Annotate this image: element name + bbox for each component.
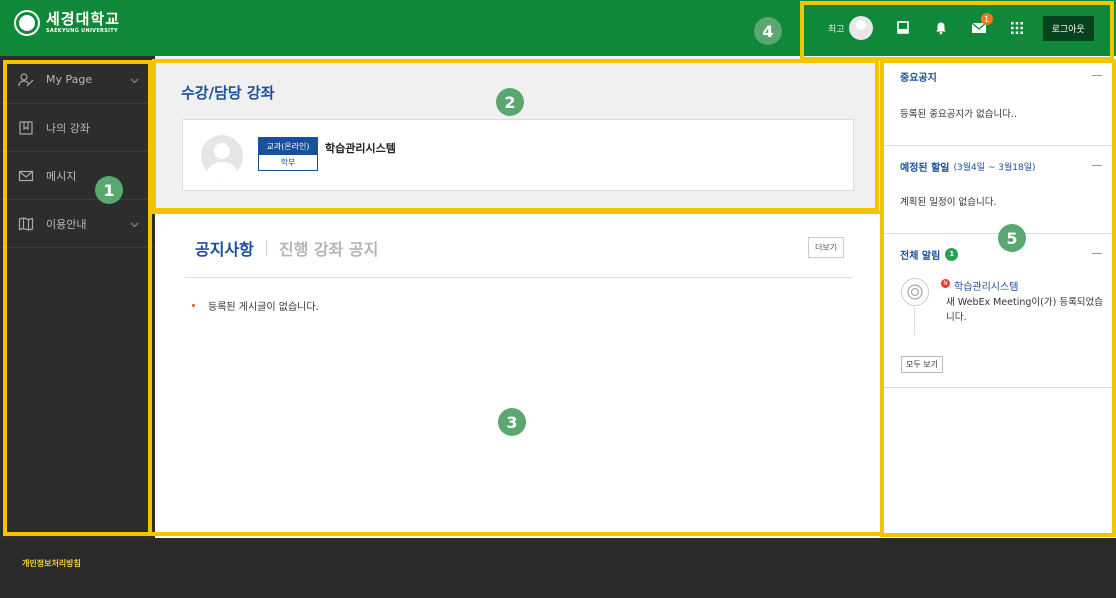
sidebar-item-messages[interactable]: 메시지: [0, 152, 155, 200]
course-level-badge: 학부: [259, 155, 317, 170]
sidebar-item-label: 나의 강좌: [46, 121, 90, 135]
list-item[interactable]: N 학습관리시스템 새 WebEx Meeting이(가) 등록되었습니다.: [883, 274, 1116, 356]
logo-name: 세경대학교: [46, 10, 121, 28]
sidebar: My Page 나의 강좌 메시지 이용안내: [0, 56, 155, 538]
alert-count-badge: 1: [945, 247, 959, 261]
course-card[interactable]: 교과(온라인) 학부 학습관리시스템: [182, 119, 854, 191]
bell-icon[interactable]: [933, 20, 949, 36]
map-icon: [18, 216, 34, 232]
collapse-icon[interactable]: [1092, 253, 1102, 254]
section-header: 예정된 할일 (3월4일 ~ 3월18일): [883, 146, 1116, 186]
main-content: 수강/담당 강좌 교과(온라인) 학부 학습관리시스템 공지사항 진행 강좌 공…: [155, 56, 882, 538]
annotation-marker-5: 5: [998, 224, 1026, 252]
monitor-icon[interactable]: [895, 20, 911, 36]
logout-button[interactable]: 로그아웃: [1042, 15, 1094, 41]
sidebar-item-guide[interactable]: 이용안내: [0, 200, 155, 248]
tab-course-notices[interactable]: 진행 강좌 공지: [279, 236, 378, 260]
emblem-icon: [14, 10, 40, 36]
collapse-icon[interactable]: [1092, 165, 1102, 166]
user-icon: [18, 72, 34, 88]
bullet-icon: [192, 304, 195, 307]
footer: 개인정보처리방침: [0, 538, 1116, 598]
tab-notices[interactable]: 공지사항: [195, 236, 254, 260]
message-count-badge: 1: [980, 13, 993, 25]
schedule-title: 예정된 할일: [900, 162, 950, 174]
right-panel: 중요공지 등록된 중요공지가 없습니다.. 예정된 할일 (3월4일 ~ 3월1…: [882, 56, 1116, 538]
section-header: 중요공지: [883, 56, 1116, 96]
logo-subtitle: SAEKYUNG UNIVERSITY: [46, 28, 118, 34]
annotation-marker-2: 2: [496, 88, 524, 116]
book-icon: [18, 120, 34, 136]
annotation-marker-3: 3: [498, 408, 526, 436]
timeline-line: [914, 307, 915, 335]
see-all-button[interactable]: 모두 보기: [901, 356, 943, 373]
sidebar-item-label: 메시지: [46, 169, 77, 183]
alerts-section: 전체 알림 1 N 학습관리시스템 새 WebEx Meeting이(가) 등록…: [883, 234, 1116, 388]
mail-icon: [18, 168, 34, 184]
message-icon[interactable]: 1: [971, 13, 993, 36]
more-button[interactable]: 더보기: [808, 237, 845, 258]
privacy-policy-link[interactable]: 개인정보처리방침: [22, 558, 81, 569]
schedule-range: (3월4일 ~ 3월18일): [953, 162, 1036, 173]
schedule-section: 예정된 할일 (3월4일 ~ 3월18일) 계획된 일정이 없습니다.: [883, 146, 1116, 234]
annotation-marker-1: 1: [95, 176, 123, 204]
sidebar-item-label: 이용안내: [46, 217, 87, 231]
schedule-empty: 계획된 일정이 없습니다.: [900, 197, 997, 208]
page-title: 수강/담당 강좌: [181, 84, 275, 102]
apps-grid-icon[interactable]: [1009, 20, 1025, 36]
divider: [185, 277, 853, 278]
important-notice-empty: 등록된 중요공지가 없습니다..: [900, 109, 1017, 120]
collapse-icon[interactable]: [1092, 75, 1102, 76]
top-header: 세경대학교 SAEKYUNG UNIVERSITY 최고 1 로그아웃: [0, 0, 1116, 56]
empty-notice-text: 등록된 게시글이 없습니다.: [208, 302, 319, 313]
header-toolbar: 최고 1 로그아웃: [820, 13, 1094, 42]
annotation-marker-4: 4: [754, 17, 782, 45]
avatar[interactable]: [848, 16, 873, 40]
list-item: 등록된 게시글이 없습니다.: [192, 298, 319, 313]
chevron-down-icon[interactable]: [130, 218, 139, 231]
new-badge: N: [941, 279, 950, 288]
course-panel: 수강/담당 강좌 교과(온라인) 학부 학습관리시스템: [155, 56, 882, 210]
notice-tabs: 공지사항 진행 강좌 공지: [195, 236, 378, 260]
chevron-down-icon[interactable]: [130, 74, 139, 87]
course-name-link[interactable]: 학습관리시스템: [325, 140, 396, 156]
notice-panel: 공지사항 진행 강좌 공지 더보기 등록된 게시글이 없습니다.: [155, 210, 882, 538]
sidebar-item-my-courses[interactable]: 나의 강좌: [0, 104, 155, 152]
course-tag: 교과(온라인) 학부: [258, 137, 318, 171]
user-name[interactable]: 최고: [828, 22, 845, 35]
important-notice-section: 중요공지 등록된 중요공지가 없습니다..: [883, 56, 1116, 146]
tab-divider: [265, 240, 267, 256]
sidebar-item-mypage[interactable]: My Page: [0, 56, 155, 104]
instructor-avatar: [201, 135, 243, 177]
alert-text: 새 WebEx Meeting이(가) 등록되었습니다.: [946, 297, 1104, 323]
university-logo[interactable]: 세경대학교 SAEKYUNG UNIVERSITY: [14, 10, 120, 36]
alert-source-link[interactable]: 학습관리시스템: [954, 278, 1018, 293]
webex-icon: [901, 278, 929, 306]
sidebar-item-label: My Page: [46, 73, 93, 86]
alerts-title: 전체 알림: [900, 250, 941, 262]
course-type-badge: 교과(온라인): [259, 138, 317, 155]
important-notice-title: 중요공지: [900, 72, 937, 84]
